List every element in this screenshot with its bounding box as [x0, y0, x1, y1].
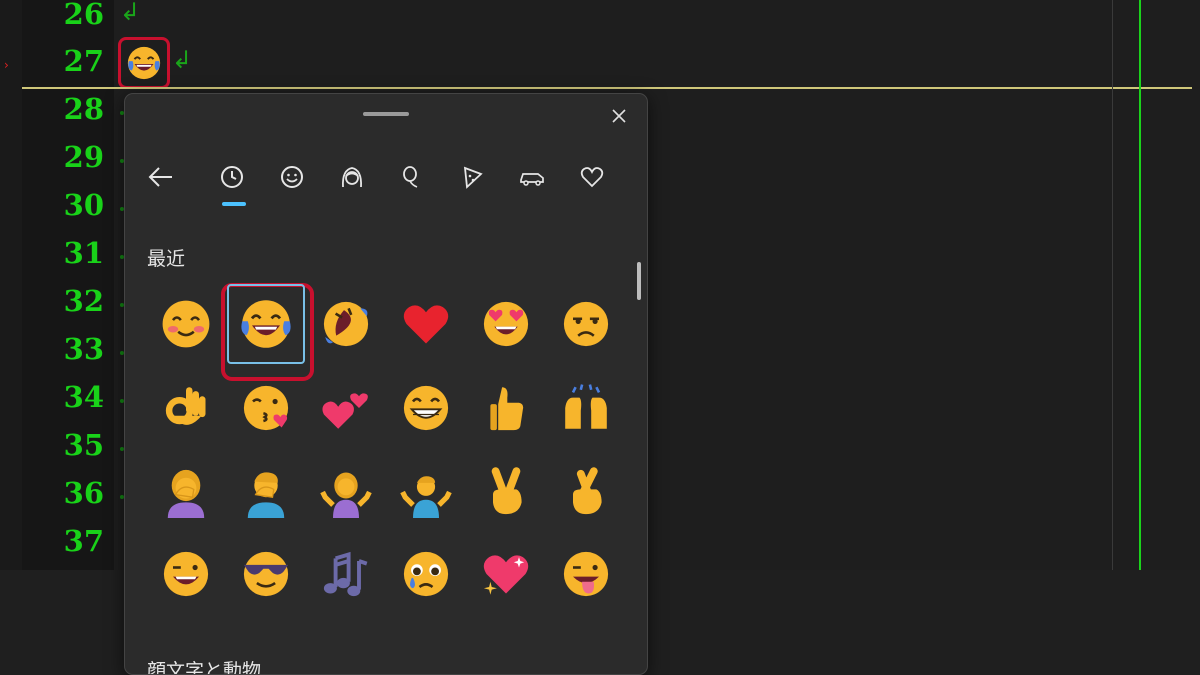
- emoji-cell-selected[interactable]: [227, 284, 305, 364]
- inserted-emoji-highlight: [118, 37, 170, 89]
- tab-people[interactable]: [334, 159, 370, 195]
- tab-symbols[interactable]: [574, 159, 610, 195]
- active-tab-indicator: [222, 202, 246, 206]
- back-button[interactable]: [143, 160, 179, 194]
- emoji-cell[interactable]: [467, 368, 545, 448]
- emoji-cell[interactable]: [547, 368, 625, 448]
- close-icon: [612, 109, 626, 123]
- emoji-cell[interactable]: [227, 452, 305, 532]
- pizza-icon: [463, 166, 483, 189]
- smiley-icon: [281, 166, 303, 188]
- teary-face-icon: [403, 551, 449, 597]
- return-mark: ↲: [172, 46, 193, 74]
- section-title-recent: 最近: [147, 248, 186, 270]
- victory-hand-icon: [491, 467, 522, 515]
- music-notes-icon: [323, 551, 368, 597]
- emoji-cell[interactable]: [147, 452, 225, 532]
- crossed-fingers-icon: [573, 467, 602, 515]
- wrap-guide: [1139, 0, 1141, 570]
- rolling-on-floor-laughing-icon: [323, 301, 369, 347]
- emoji-picker-panel: 最近 顔文字と動物: [124, 93, 648, 675]
- drag-handle[interactable]: [363, 112, 409, 116]
- woman-facepalming-icon: [167, 469, 205, 518]
- tongue-out-face-icon: [563, 551, 609, 597]
- emoji-cell[interactable]: [307, 368, 385, 448]
- editor-margin: [0, 0, 22, 570]
- section-title-kaomoji: 顔文字と動物: [147, 660, 262, 675]
- emoji-cell[interactable]: [387, 534, 465, 614]
- tab-celebration[interactable]: [394, 159, 430, 195]
- line-number: 26: [63, 0, 104, 31]
- line-number: 32: [63, 284, 104, 318]
- heart-outline-icon: [580, 167, 604, 188]
- emoji-cell[interactable]: [307, 284, 385, 364]
- woman-shrugging-icon: [320, 472, 372, 518]
- emoji-cell[interactable]: [227, 368, 305, 448]
- ok-hand-icon: [165, 387, 206, 425]
- emoji-cell[interactable]: [547, 534, 625, 614]
- man-shrugging-icon: [400, 476, 452, 518]
- arrow-left-icon: [148, 167, 172, 187]
- emoji-cell[interactable]: [387, 284, 465, 364]
- sparkling-heart-icon: [483, 555, 529, 595]
- emoji-cell[interactable]: [467, 534, 545, 614]
- line-number: 36: [63, 476, 104, 510]
- line-number: 37: [63, 524, 104, 558]
- column-guide: [1112, 0, 1113, 570]
- emoji-cell[interactable]: [147, 534, 225, 614]
- thumbs-up-icon: [490, 387, 524, 431]
- tab-smileys[interactable]: [274, 159, 310, 195]
- line-number: 27: [63, 44, 104, 78]
- sunglasses-face-icon: [243, 551, 289, 597]
- emoji-cell[interactable]: [467, 452, 545, 532]
- tab-food[interactable]: [454, 159, 490, 195]
- line-number: 30: [63, 188, 104, 222]
- line-number: 29: [63, 140, 104, 174]
- face-with-tears-of-joy-icon: [127, 46, 161, 80]
- current-line-indicator: [22, 87, 1192, 89]
- kissing-face-with-heart-icon: [243, 385, 289, 431]
- people-icon: [342, 167, 362, 188]
- emoji-cell[interactable]: [147, 284, 225, 364]
- recent-clock-icon: [221, 166, 243, 188]
- scrollbar[interactable]: [637, 262, 641, 300]
- face-with-tears-of-joy-icon: [241, 300, 291, 348]
- current-line-marker-icon: ›: [4, 58, 9, 72]
- line-number: 31: [63, 236, 104, 270]
- emoji-cell[interactable]: [147, 368, 225, 448]
- emoji-cell[interactable]: [227, 534, 305, 614]
- line-number: 34: [63, 380, 104, 414]
- emoji-cell[interactable]: [547, 452, 625, 532]
- emoji-cell[interactable]: [307, 534, 385, 614]
- emoji-cell[interactable]: [547, 284, 625, 364]
- two-hearts-icon: [322, 393, 368, 429]
- tab-recent[interactable]: [214, 159, 250, 195]
- man-facepalming-icon: [247, 472, 285, 518]
- emoji-cell[interactable]: [387, 452, 465, 532]
- car-icon: [520, 173, 544, 186]
- heart-eyes-icon: [483, 301, 529, 347]
- close-button[interactable]: [605, 102, 633, 130]
- emoji-cell[interactable]: [467, 284, 545, 364]
- red-heart-icon: [403, 305, 449, 344]
- balloon-icon: [403, 166, 418, 188]
- line-number: 33: [63, 332, 104, 366]
- grinning-face-icon: [403, 385, 449, 431]
- emoji-cell[interactable]: [387, 368, 465, 448]
- winking-face-icon: [163, 551, 209, 597]
- smiling-face-with-blush-icon: [162, 300, 210, 348]
- pleading-sad-face-icon: [563, 301, 609, 347]
- line-number: 35: [63, 428, 104, 462]
- tab-travel[interactable]: [514, 159, 550, 195]
- emoji-cell[interactable]: [307, 452, 385, 532]
- raising-hands-icon: [565, 384, 607, 429]
- return-mark: ↲: [120, 0, 141, 26]
- line-number-gutter: 26 27 28 29 30 31 32 33 34 35 36 37: [22, 0, 114, 570]
- line-number: 28: [63, 92, 104, 126]
